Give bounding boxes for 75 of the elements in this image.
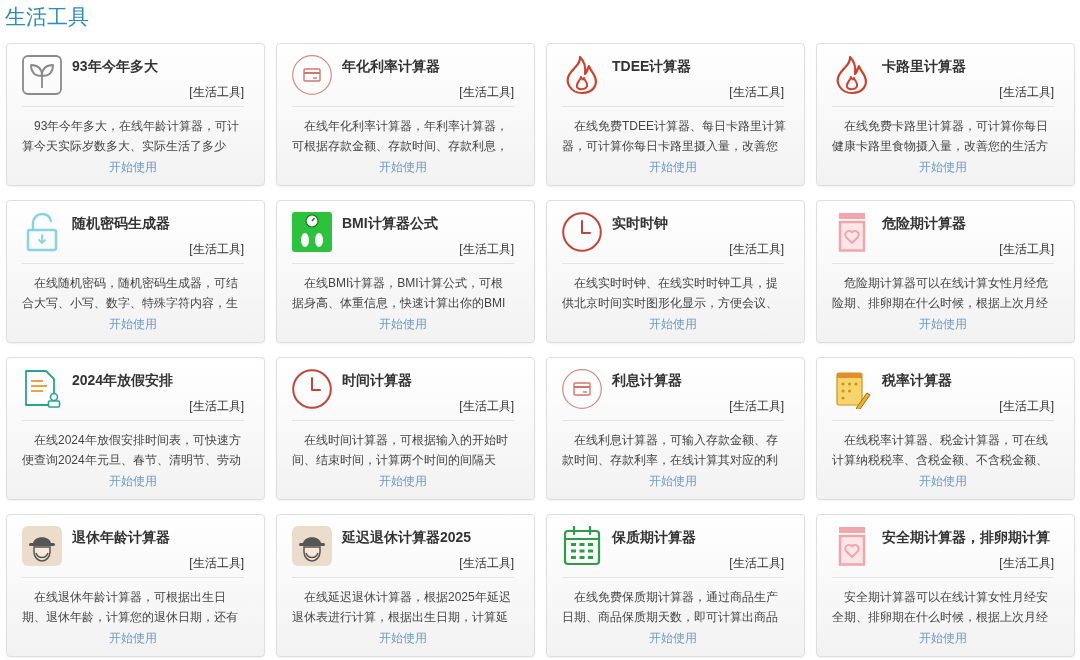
tool-description: 在线延迟退休计算器，根据2025年延迟 退休表进行计算，根据出生日期，计算延 — [292, 589, 512, 626]
tool-description: 在线退休年龄计算器，可根据出生日 期、退休年龄，计算您的退休日期，还有 — [22, 589, 239, 626]
category-tag: [生活工具] — [729, 555, 784, 571]
category-tag: [生活工具] — [459, 555, 514, 571]
bathroom-scale-icon — [292, 212, 332, 252]
tool-title: 随机密码生成器 — [72, 214, 170, 233]
tool-title: 卡路里计算器 — [882, 57, 966, 76]
start-link[interactable]: 开始使用 — [379, 315, 427, 333]
tool-description: 在线免费保质期计算器，通过商品生产 日期、商品保质期天数，即可计算出商品 — [562, 589, 779, 626]
category-tag: [生活工具] — [189, 241, 244, 257]
start-link[interactable]: 开始使用 — [109, 629, 157, 647]
tool-title: 年化利率计算器 — [342, 57, 440, 76]
category-tag: [生活工具] — [189, 398, 244, 414]
clock-icon — [292, 369, 332, 409]
credit-card-icon — [292, 55, 332, 95]
tool-description: 在线实时时钟、在线实时时钟工具，提 供北京时间实时图形化显示，方便会议、 — [562, 275, 779, 312]
tool-title: 税率计算器 — [882, 371, 952, 390]
category-tag: [生活工具] — [459, 398, 514, 414]
category-tag: [生活工具] — [459, 241, 514, 257]
tool-description: 在线2024年放假安排时间表，可快速方 便查询2024年元旦、春节、清明节、劳动 — [22, 432, 242, 469]
start-link[interactable]: 开始使用 — [649, 315, 697, 333]
tool-title: 时间计算器 — [342, 371, 412, 390]
tool-description: 93年今年多大，在线年龄计算器，可计 算今天实际岁数多大、实际生活了多少 — [22, 118, 241, 155]
start-link[interactable]: 开始使用 — [109, 472, 157, 490]
clock-icon — [562, 212, 602, 252]
category-tag: [生活工具] — [729, 84, 784, 100]
tool-description: 安全期计算器可以在线计算女性月经安 全期、排卵期在什么时候，根据上次月经 — [832, 589, 1049, 626]
sprout-icon — [22, 55, 62, 95]
tool-title: 安全期计算器，排卵期计算 — [882, 528, 1050, 547]
tool-description: 在线免费卡路里计算器，可计算你每日 健康卡路里食物摄入量，改善您的生活方 — [832, 118, 1049, 155]
start-link[interactable]: 开始使用 — [919, 472, 967, 490]
tool-description: 危险期计算器可以在线计算女性月经危 险期、排卵期在什么时候，根据上次月经 — [832, 275, 1049, 312]
start-link[interactable]: 开始使用 — [649, 472, 697, 490]
section-heading: 生活工具 — [5, 4, 89, 30]
start-link[interactable]: 开始使用 — [109, 315, 157, 333]
category-tag: [生活工具] — [189, 84, 244, 100]
start-link[interactable]: 开始使用 — [649, 629, 697, 647]
category-tag: [生活工具] — [729, 241, 784, 257]
document-with-stamp-icon — [22, 369, 62, 409]
tool-description: 在线BMI计算器，BMI计算公式，可根 据身高、体重信息，快速计算出你的BMI — [292, 275, 507, 312]
tool-title: 保质期计算器 — [612, 528, 696, 547]
tool-description: 在线税率计算器、税金计算器，可在线 计算纳税税率、含税金额、不含税金额、 — [832, 432, 1049, 469]
start-link[interactable]: 开始使用 — [649, 158, 697, 176]
tool-title: 延迟退休计算器2025 — [342, 528, 472, 547]
person-with-hat-icon — [292, 526, 332, 566]
tool-title: TDEE计算器 — [612, 57, 692, 76]
category-tag: [生活工具] — [999, 241, 1054, 257]
tool-title: 退休年龄计算器 — [72, 528, 170, 547]
start-link[interactable]: 开始使用 — [379, 472, 427, 490]
calendar-icon — [562, 526, 602, 566]
tool-description: 在线随机密码，随机密码生成器，可结 合大写、小写、数字、特殊字符内容，生 — [22, 275, 239, 312]
start-link[interactable]: 开始使用 — [379, 158, 427, 176]
credit-card-icon — [562, 369, 602, 409]
tool-description: 在线年化利率计算器，年利率计算器， 可根据存款金额、存款时间、存款利息， — [292, 118, 509, 155]
tool-title: 实时时钟 — [612, 214, 668, 233]
category-tag: [生活工具] — [999, 398, 1054, 414]
start-link[interactable]: 开始使用 — [919, 315, 967, 333]
tool-description: 在线利息计算器，可输入存款金额、存 款时间、存款利率，在线计算其对应的利 — [562, 432, 779, 469]
tool-description: 在线免费TDEE计算器、每日卡路里计算 器，可计算你每日卡路里摄入量，改善您 — [562, 118, 784, 155]
tool-title: 利息计算器 — [612, 371, 682, 390]
start-link[interactable]: 开始使用 — [379, 629, 427, 647]
start-link[interactable]: 开始使用 — [109, 158, 157, 176]
tool-title: 危险期计算器 — [882, 214, 966, 233]
category-tag: [生活工具] — [459, 84, 514, 100]
category-tag: [生活工具] — [729, 398, 784, 414]
start-link[interactable]: 开始使用 — [919, 158, 967, 176]
tool-title: 2024年放假安排 — [72, 371, 174, 390]
category-tag: [生活工具] — [999, 555, 1054, 571]
tool-description: 在线时间计算器，可根据输入的开始时 间、结束时间，计算两个时间的间隔天 — [292, 432, 509, 469]
category-tag: [生活工具] — [999, 84, 1054, 100]
category-tag: [生活工具] — [189, 555, 244, 571]
person-with-hat-icon — [22, 526, 62, 566]
start-link[interactable]: 开始使用 — [919, 629, 967, 647]
tool-title: 93年今年多大 — [72, 57, 158, 76]
tool-title: BMI计算器公式 — [342, 214, 438, 233]
